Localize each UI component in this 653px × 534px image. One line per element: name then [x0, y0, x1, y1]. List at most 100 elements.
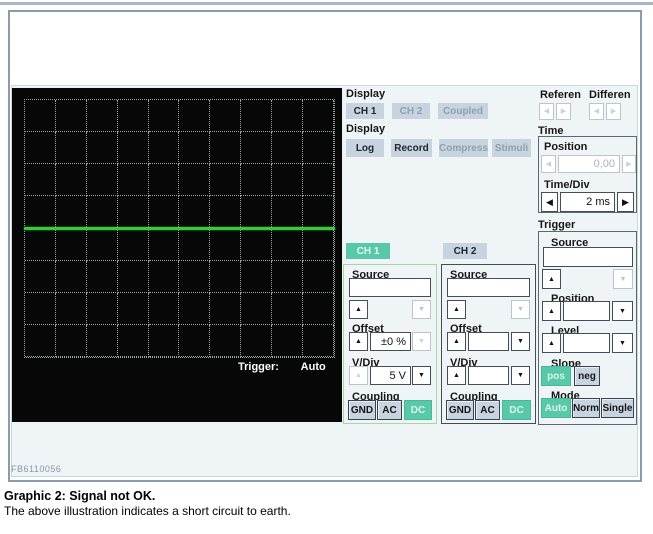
- ch1-vdiv-down-button[interactable]: ▼: [412, 366, 431, 385]
- trigger-level-up-button[interactable]: ▲: [542, 333, 561, 353]
- ch2-offset-up-button[interactable]: ▲: [447, 332, 466, 351]
- left-arrow-icon: ◀: [545, 160, 552, 168]
- up-arrow-icon: ▲: [453, 372, 460, 379]
- ch2-offset-down-button[interactable]: ▼: [511, 332, 530, 351]
- down-arrow-icon: ▼: [619, 307, 626, 315]
- reference-label: Referen: [540, 89, 581, 101]
- slope-pos-button[interactable]: pos: [541, 366, 571, 386]
- ch2-coupling-dc-button[interactable]: DC: [502, 400, 531, 420]
- display-ch1-button[interactable]: CH 1: [346, 103, 384, 119]
- trigger-level-down-button[interactable]: ▼: [612, 333, 633, 353]
- ch1-source-field[interactable]: [349, 278, 431, 297]
- up-arrow-icon: ▲: [355, 338, 362, 345]
- ch2-offset-value: [468, 332, 509, 351]
- ch2-vdiv-down-button[interactable]: ▼: [511, 366, 530, 385]
- up-arrow-icon: ▲: [355, 372, 362, 379]
- ch1-tab-button[interactable]: CH 1: [346, 243, 390, 259]
- down-arrow-icon: ▼: [517, 372, 524, 379]
- down-arrow-icon: ▼: [619, 339, 626, 347]
- up-arrow-icon: ▲: [548, 275, 555, 283]
- down-arrow-icon: ▼: [418, 306, 425, 313]
- left-arrow-icon: ◀: [543, 108, 550, 115]
- trigger-source-up-button[interactable]: ▲: [542, 269, 561, 289]
- ch2-coupling-ac-button[interactable]: AC: [475, 400, 500, 420]
- trigger-position-up-button[interactable]: ▲: [542, 301, 561, 321]
- time-position-increase-button[interactable]: ▶: [622, 155, 636, 173]
- right-arrow-icon: ▶: [622, 196, 629, 207]
- ch1-coupling-gnd-button[interactable]: GND: [348, 400, 376, 420]
- reference-prev-button[interactable]: ◀: [539, 103, 554, 120]
- trigger-position-down-button[interactable]: ▼: [612, 301, 633, 321]
- display-modes-label: Display: [346, 123, 386, 135]
- ch1-source-up-button[interactable]: ▲: [349, 300, 368, 319]
- time-position-decrease-button[interactable]: ◀: [541, 155, 556, 173]
- mode-auto-button[interactable]: Auto: [541, 398, 571, 418]
- right-arrow-icon: ▶: [560, 108, 567, 115]
- reference-next-button[interactable]: ▶: [556, 103, 571, 120]
- difference-label: Differen: [589, 89, 631, 101]
- top-divider: [0, 2, 653, 5]
- right-arrow-icon: ▶: [626, 160, 632, 168]
- time-position-value: 0,00: [558, 155, 620, 173]
- ch1-vdiv-up-button[interactable]: ▲: [349, 366, 368, 385]
- time-div-decrease-button[interactable]: ◀: [541, 192, 558, 212]
- time-group: Position ◀ 0,00 ▶ Time/Div ◀ 2 ms ▶: [538, 136, 637, 213]
- ch1-coupling-dc-button[interactable]: DC: [404, 400, 432, 420]
- trigger-level-value[interactable]: [563, 333, 610, 353]
- up-arrow-icon: ▲: [355, 306, 362, 313]
- ch2-vdiv-value: [468, 366, 509, 385]
- page: Trigger: Auto Display CH 1 CH 2 Coupled …: [0, 0, 653, 534]
- display-coupled-button[interactable]: Coupled: [438, 103, 488, 119]
- up-arrow-icon: ▲: [453, 306, 460, 313]
- time-div-value: 2 ms: [560, 192, 615, 212]
- difference-prev-button[interactable]: ◀: [589, 103, 604, 120]
- stimuli-button[interactable]: Stimuli: [492, 139, 531, 157]
- time-position-label: Position: [544, 141, 588, 153]
- figure-code: FB6110056: [11, 464, 62, 474]
- mode-norm-button[interactable]: Norm: [572, 398, 600, 418]
- ch1-source-dropdown-button[interactable]: ▼: [412, 300, 431, 319]
- down-arrow-icon: ▼: [418, 338, 425, 345]
- trigger-status: Trigger: Auto: [238, 361, 326, 373]
- ch2-source-dropdown-button[interactable]: ▼: [511, 300, 530, 319]
- ch2-group: Source ▲ ▼ Offset ▲ ▼ V/Div ▲ ▼ Coupling…: [441, 264, 536, 424]
- ch1-offset-up-button[interactable]: ▲: [349, 332, 368, 351]
- ch2-source-field[interactable]: [447, 278, 530, 297]
- scope-display: Trigger: Auto: [12, 88, 342, 422]
- ch2-coupling-gnd-button[interactable]: GND: [446, 400, 474, 420]
- up-arrow-icon: ▲: [453, 338, 460, 345]
- ch1-offset-down-button[interactable]: ▼: [412, 332, 431, 351]
- compress-button[interactable]: Compress: [439, 139, 488, 157]
- trigger-group: Source ▲ ▼ Position ▲ ▼ Level ▲ ▼ Slope …: [538, 231, 637, 425]
- right-arrow-icon: ▶: [610, 108, 617, 115]
- left-arrow-icon: ◀: [546, 196, 553, 207]
- trigger-source-field[interactable]: [543, 247, 633, 267]
- ch2-source-up-button[interactable]: ▲: [447, 300, 466, 319]
- trigger-position-value[interactable]: [563, 301, 610, 321]
- up-arrow-icon: ▲: [548, 339, 555, 347]
- difference-next-button[interactable]: ▶: [606, 103, 621, 120]
- down-arrow-icon: ▼: [418, 372, 425, 379]
- caption-title: Graphic 2: Signal not OK.: [4, 489, 156, 503]
- ch1-vdiv-value: 5 V: [370, 366, 411, 385]
- trigger-source-dropdown-button[interactable]: ▼: [613, 269, 633, 289]
- ch1-coupling-ac-button[interactable]: AC: [377, 400, 402, 420]
- display-channels-label: Display: [346, 88, 386, 100]
- down-arrow-icon: ▼: [619, 275, 627, 283]
- slope-neg-button[interactable]: neg: [574, 366, 600, 386]
- trigger-status-value: Auto: [300, 361, 326, 373]
- time-div-label: Time/Div: [544, 179, 590, 191]
- down-arrow-icon: ▼: [517, 306, 524, 313]
- ch2-vdiv-up-button[interactable]: ▲: [447, 366, 466, 385]
- ch1-offset-value: ±0 %: [370, 332, 411, 351]
- display-ch2-button[interactable]: CH 2: [392, 103, 430, 119]
- time-div-increase-button[interactable]: ▶: [617, 192, 634, 212]
- up-arrow-icon: ▲: [548, 307, 555, 315]
- ch1-group: Source ▲ ▼ Offset ▲ ±0 % ▼ V/Div ▲ 5 V ▼…: [343, 264, 437, 424]
- log-button[interactable]: Log: [346, 139, 384, 157]
- ch2-tab-button[interactable]: CH 2: [443, 243, 487, 259]
- mode-single-button[interactable]: Single: [601, 398, 634, 418]
- record-button[interactable]: Record: [391, 139, 432, 157]
- down-arrow-icon: ▼: [517, 338, 524, 345]
- signal-trace: [24, 227, 335, 230]
